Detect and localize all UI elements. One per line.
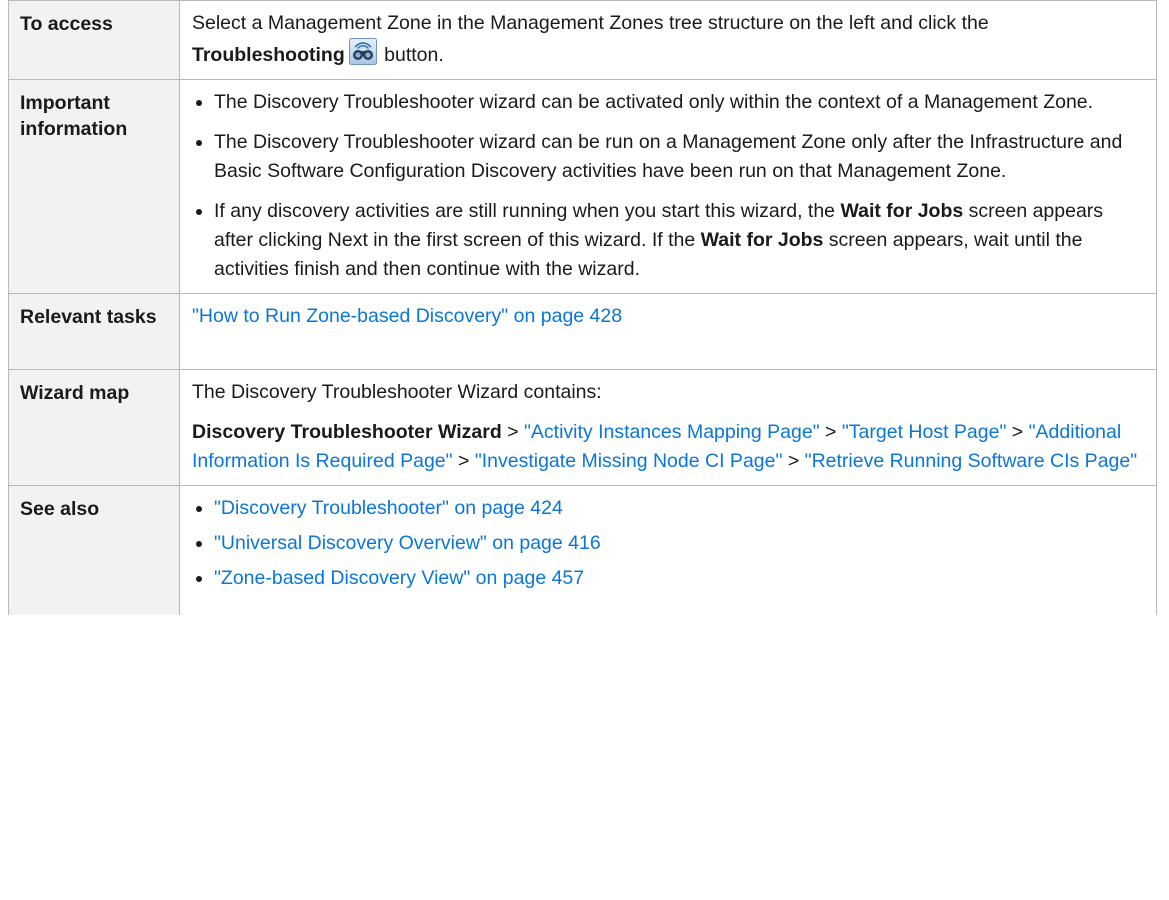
row-content-see-also: "Discovery Troubleshooter" on page 424 "… (179, 485, 1157, 615)
wizard-intro: The Discovery Troubleshooter Wizard cont… (192, 381, 602, 403)
see-also-list: "Discovery Troubleshooter" on page 424 "… (192, 494, 1146, 593)
bullet-item: If any discovery activities are still ru… (192, 197, 1146, 284)
row-content-to-access: Select a Management Zone in the Manageme… (179, 0, 1157, 80)
bullet-item: The Discovery Troubleshooter wizard can … (192, 88, 1146, 117)
path-separator: > (452, 450, 475, 472)
path-separator: > (782, 450, 805, 472)
link-target-host-page[interactable]: "Target Host Page" (842, 421, 1007, 443)
bullet-text: If any discovery activities are still ru… (214, 200, 841, 222)
see-also-item: "Universal Discovery Overview" on page 4… (192, 529, 1146, 558)
access-text-before: Select a Management Zone in the Manageme… (192, 12, 989, 34)
wizard-path: Discovery Troubleshooter Wizard > "Activ… (192, 418, 1146, 476)
see-also-item: "Zone-based Discovery View" on page 457 (192, 564, 1146, 593)
path-separator: > (819, 421, 842, 443)
info-table: To access Select a Management Zone in th… (8, 0, 1157, 615)
wizard-start-bold: Discovery Troubleshooter Wizard (192, 421, 502, 443)
link-zone-based-discovery-view[interactable]: "Zone-based Discovery View" on page 457 (214, 567, 584, 589)
link-universal-discovery-overview[interactable]: "Universal Discovery Overview" on page 4… (214, 532, 601, 554)
wait-for-jobs-bold: Wait for Jobs (840, 200, 964, 222)
link-investigate-missing-node-ci-page[interactable]: "Investigate Missing Node CI Page" (475, 450, 783, 472)
row-relevant-tasks: Relevant tasks "How to Run Zone-based Di… (8, 293, 1157, 370)
row-label-wizard-map: Wizard map (8, 369, 180, 486)
path-separator: > (1006, 421, 1029, 443)
troubleshooting-binoculars-icon (348, 38, 377, 65)
see-also-item: "Discovery Troubleshooter" on page 424 (192, 494, 1146, 523)
wait-for-jobs-bold: Wait for Jobs (700, 229, 824, 251)
link-discovery-troubleshooter[interactable]: "Discovery Troubleshooter" on page 424 (214, 497, 563, 519)
row-to-access: To access Select a Management Zone in th… (8, 0, 1157, 80)
link-retrieve-running-software-cis-page[interactable]: "Retrieve Running Software CIs Page" (805, 450, 1138, 472)
access-text-after: button. (378, 44, 444, 66)
row-label-important-information: Important information (8, 79, 180, 294)
row-label-see-also: See also (8, 485, 180, 615)
bullet-item: The Discovery Troubleshooter wizard can … (192, 128, 1146, 186)
troubleshooting-bold: Troubleshooting (192, 44, 345, 66)
row-label-to-access: To access (8, 0, 180, 80)
link-activity-instances-mapping-page[interactable]: "Activity Instances Mapping Page" (524, 421, 820, 443)
row-wizard-map: Wizard map The Discovery Troubleshooter … (8, 369, 1157, 486)
important-bullet-list: The Discovery Troubleshooter wizard can … (192, 88, 1146, 284)
row-label-relevant-tasks: Relevant tasks (8, 293, 180, 370)
row-important-information: Important information The Discovery Trou… (8, 79, 1157, 294)
row-content-important-information: The Discovery Troubleshooter wizard can … (179, 79, 1157, 294)
row-see-also: See also "Discovery Troubleshooter" on p… (8, 485, 1157, 615)
row-content-wizard-map: The Discovery Troubleshooter Wizard cont… (179, 369, 1157, 486)
link-how-to-run-zone-based-discovery[interactable]: "How to Run Zone-based Discovery" on pag… (192, 305, 622, 327)
path-separator: > (501, 421, 524, 443)
row-content-relevant-tasks: "How to Run Zone-based Discovery" on pag… (179, 293, 1157, 370)
